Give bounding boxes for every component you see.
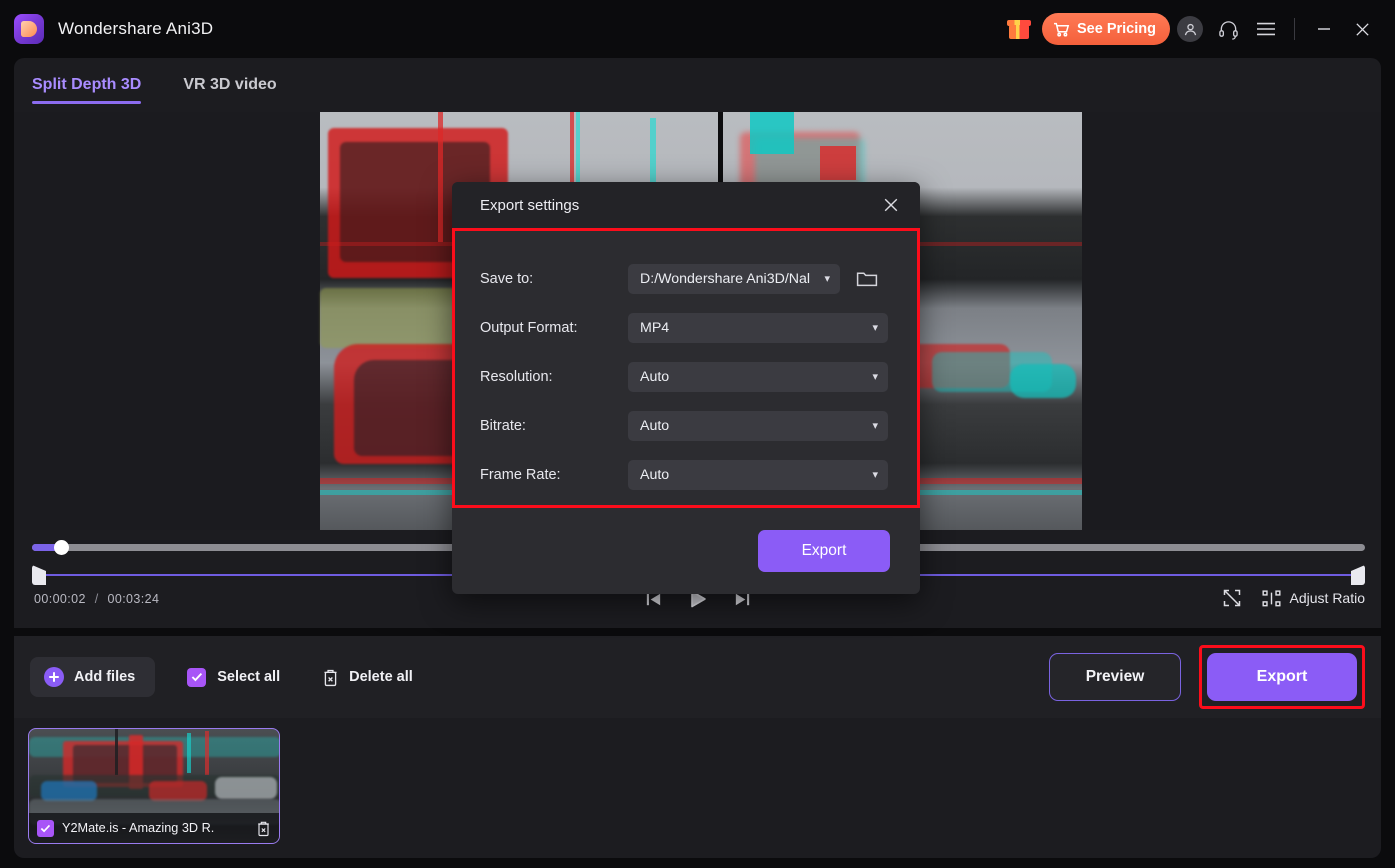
dialog-footer: Export: [452, 508, 920, 594]
headset-support-icon[interactable]: [1210, 11, 1246, 47]
trash-icon: [322, 668, 339, 687]
chevron-down-icon: ▾: [872, 469, 878, 481]
trim-handle-right[interactable]: [1351, 565, 1365, 585]
output-format-value: MP4: [640, 319, 670, 336]
resolution-select[interactable]: Auto ▾: [628, 361, 888, 392]
gift-icon[interactable]: [1002, 12, 1036, 46]
dialog-title: Export settings: [480, 196, 580, 214]
preview-button[interactable]: Preview: [1049, 653, 1181, 701]
chevron-down-icon: ▾: [872, 371, 878, 383]
field-label: Output Format:: [480, 319, 578, 336]
see-pricing-label: See Pricing: [1077, 21, 1156, 37]
minimize-icon[interactable]: [1305, 11, 1343, 47]
bottom-right-actions: Preview Export: [1049, 645, 1365, 709]
select-all-checkbox[interactable]: Select all: [187, 667, 281, 687]
user-account-icon[interactable]: [1172, 11, 1208, 47]
save-to-select[interactable]: D:/Wondershare Ani3D/Nal ▾: [628, 263, 840, 294]
trim-handle-left[interactable]: [32, 565, 46, 585]
adjust-ratio-icon: [1261, 589, 1281, 607]
tab-label: Split Depth 3D: [32, 76, 142, 93]
tab-split-depth-3d[interactable]: Split Depth 3D: [32, 58, 142, 112]
field-label: Resolution:: [480, 368, 553, 385]
chevron-down-icon: ▾: [872, 420, 878, 432]
see-pricing-button[interactable]: See Pricing: [1042, 13, 1170, 45]
save-to-value: D:/Wondershare Ani3D/Nal: [640, 270, 811, 287]
titlebar-controls: See Pricing: [1002, 11, 1395, 47]
media-item[interactable]: Y2Mate.is - Amazing 3D R.: [28, 728, 280, 844]
media-item-checkbox[interactable]: [37, 819, 54, 837]
field-resolution: Resolution: Auto ▾: [480, 352, 890, 401]
folder-icon[interactable]: [854, 267, 880, 291]
export-button-highlight: Export: [1199, 645, 1365, 709]
close-icon[interactable]: [1343, 11, 1381, 47]
tab-bar: Split Depth 3D VR 3D video: [14, 58, 1381, 112]
title-bar: Wondershare Ani3D See Pricing: [0, 0, 1395, 58]
media-item-name: Y2Mate.is - Amazing 3D R.: [62, 821, 215, 835]
field-frame-rate: Frame Rate: Auto ▾: [480, 450, 890, 499]
chevron-down-icon: ▾: [872, 322, 878, 334]
playhead-knob[interactable]: [54, 540, 70, 555]
field-save-to: Save to: D:/Wondershare Ani3D/Nal ▾: [480, 254, 890, 303]
fullscreen-icon[interactable]: [1222, 588, 1242, 608]
field-label: Bitrate:: [480, 417, 526, 434]
checkbox-checked-icon: [187, 667, 207, 687]
bottom-toolbar: Add files Select all Delete all Preview …: [14, 636, 1381, 718]
frame-rate-select[interactable]: Auto ▾: [628, 459, 888, 490]
adjust-ratio-label: Adjust Ratio: [1289, 590, 1365, 606]
field-label: Save to:: [480, 270, 534, 287]
dialog-export-button[interactable]: Export: [758, 530, 890, 572]
dialog-header: Export settings: [452, 182, 920, 228]
app-window: Wondershare Ani3D See Pricing Split Dept…: [0, 0, 1395, 868]
media-tray: Y2Mate.is - Amazing 3D R.: [14, 718, 1381, 858]
app-title: Wondershare Ani3D: [58, 19, 214, 38]
add-files-label: Add files: [74, 669, 136, 685]
bitrate-select[interactable]: Auto ▾: [628, 410, 888, 441]
field-output-format: Output Format: MP4 ▾: [480, 303, 890, 352]
delete-all-button[interactable]: Delete all: [322, 668, 413, 687]
dialog-body: Save to: D:/Wondershare Ani3D/Nal ▾ Outp…: [452, 228, 920, 499]
wondershare-logo-icon: [14, 14, 44, 44]
field-bitrate: Bitrate: Auto ▾: [480, 401, 890, 450]
bitrate-value: Auto: [640, 417, 670, 434]
chevron-down-icon: ▾: [824, 273, 830, 285]
add-files-button[interactable]: Add files: [30, 657, 156, 697]
frame-rate-value: Auto: [640, 466, 670, 483]
export-button[interactable]: Export: [1207, 653, 1357, 701]
tab-label: VR 3D video: [183, 76, 277, 93]
export-settings-dialog: Export settings Save to: D:/Wondershare …: [452, 182, 920, 594]
trash-icon[interactable]: [256, 820, 271, 837]
plus-circle-icon: [44, 667, 64, 687]
hamburger-menu-icon[interactable]: [1248, 11, 1284, 47]
adjust-ratio-button[interactable]: Adjust Ratio: [1261, 589, 1365, 607]
field-label: Frame Rate:: [480, 466, 561, 483]
output-format-select[interactable]: MP4 ▾: [628, 312, 888, 343]
stage-right-controls: Adjust Ratio: [1222, 588, 1365, 608]
titlebar-divider: [1294, 18, 1295, 40]
resolution-value: Auto: [640, 368, 670, 385]
delete-all-label: Delete all: [349, 669, 413, 685]
tab-vr-3d-video[interactable]: VR 3D video: [183, 58, 276, 112]
select-all-label: Select all: [217, 669, 281, 685]
close-icon[interactable]: [876, 190, 906, 220]
media-item-footer: Y2Mate.is - Amazing 3D R.: [29, 813, 279, 843]
shopping-cart-icon: [1053, 22, 1070, 37]
